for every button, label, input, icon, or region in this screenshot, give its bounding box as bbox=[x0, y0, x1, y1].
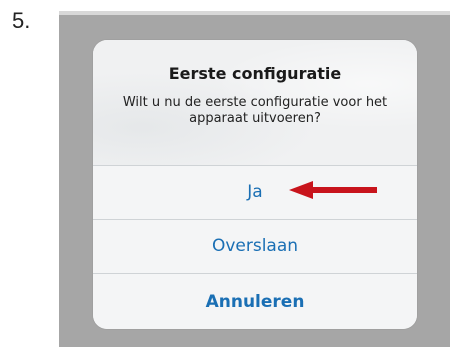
dialog-header: Eerste configuratie Wilt u nu de eerste … bbox=[93, 40, 417, 166]
step-number: 5. bbox=[12, 8, 31, 33]
dialog-message: Wilt u nu de eerste configuratie voor he… bbox=[122, 95, 388, 126]
arrow-left-icon bbox=[289, 181, 377, 199]
skip-button[interactable]: Overslaan bbox=[93, 220, 417, 274]
cancel-button[interactable]: Annuleren bbox=[93, 274, 417, 329]
dialog-title: Eerste configuratie bbox=[168, 64, 342, 83]
